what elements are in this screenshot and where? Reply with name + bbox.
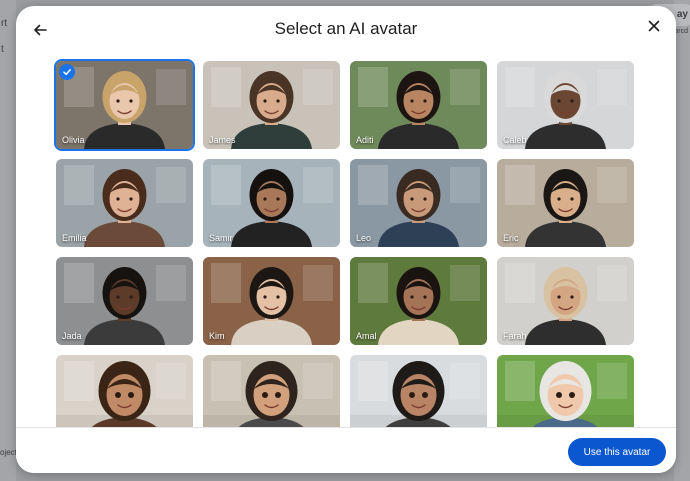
avatar-name: Olivia — [62, 135, 85, 145]
avatar-tile[interactable] — [56, 355, 193, 428]
background-left-panel — [0, 0, 16, 481]
dialog-header: Select an AI avatar — [16, 6, 676, 54]
avatar-tile[interactable]: Farah — [497, 257, 634, 345]
avatar-name: Emilia — [62, 233, 87, 243]
avatar-name: Jada — [62, 331, 82, 341]
avatar-tile[interactable]: Olivia — [54, 59, 195, 151]
avatar-tile[interactable]: Kim — [203, 257, 340, 345]
background-fragment-1: rt — [1, 18, 8, 29]
avatar-name: James — [209, 135, 236, 145]
avatar-name: Caleb — [503, 135, 527, 145]
avatar-name: Amal — [356, 331, 377, 341]
avatar-tile[interactable]: Eric — [497, 159, 634, 247]
avatar-tile[interactable]: James — [203, 61, 340, 149]
avatar-grid-scroll[interactable]: Olivia James Aditi Caleb Emilia Samir Leo Eric J… — [16, 54, 676, 428]
background-fragment-5: oject — [0, 448, 17, 457]
close-button[interactable] — [642, 14, 666, 38]
dialog-footer: Use this avatar — [16, 427, 676, 473]
avatar-portrait — [56, 355, 193, 428]
selected-check-icon — [59, 64, 75, 80]
avatar-name: Eric — [503, 233, 519, 243]
avatar-dialog: Select an AI avatar Olivia James Aditi Cale… — [16, 6, 676, 473]
background-right-panel — [674, 0, 690, 481]
avatar-portrait — [203, 355, 340, 428]
avatar-tile[interactable] — [350, 355, 487, 428]
avatar-grid: Olivia James Aditi Caleb Emilia Samir Leo Eric J… — [54, 59, 634, 428]
avatar-portrait — [350, 355, 487, 428]
use-this-avatar-button[interactable]: Use this avatar — [568, 438, 666, 466]
avatar-tile[interactable]: Jada — [56, 257, 193, 345]
avatar-tile[interactable]: Amal — [350, 257, 487, 345]
avatar-tile[interactable]: Samir — [203, 159, 340, 247]
avatar-tile[interactable]: Leo — [350, 159, 487, 247]
background-fragment-2: t — [1, 44, 4, 55]
avatar-tile[interactable] — [203, 355, 340, 428]
avatar-name: Kim — [209, 331, 225, 341]
avatar-name: Farah — [503, 331, 527, 341]
dialog-title: Select an AI avatar — [274, 19, 418, 38]
close-icon — [648, 20, 660, 32]
background-fragment-4: arcd — [674, 28, 688, 35]
avatar-portrait — [497, 355, 634, 428]
avatar-tile[interactable]: Emilia — [56, 159, 193, 247]
avatar-tile[interactable]: Aditi — [350, 61, 487, 149]
avatar-name: Samir — [209, 233, 233, 243]
avatar-name: Aditi — [356, 135, 374, 145]
background-fragment-3: ay — [676, 9, 688, 20]
avatar-name: Leo — [356, 233, 372, 243]
avatar-tile[interactable] — [497, 355, 634, 428]
avatar-tile[interactable]: Caleb — [497, 61, 634, 149]
